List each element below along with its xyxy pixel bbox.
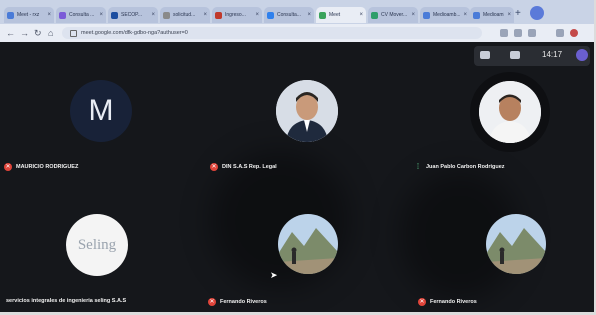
lock-icon xyxy=(70,29,77,37)
participant-label: servicios integrales de ingenieria selin… xyxy=(6,298,126,304)
tab-label: Meet - rxz xyxy=(17,12,40,18)
browser-tab[interactable]: Medioamb...× xyxy=(470,7,514,23)
participant-label: ✕ MAURICIO RODRIGUEZ xyxy=(4,163,78,171)
meeting-clock: 14:17 xyxy=(542,50,563,59)
close-icon[interactable]: × xyxy=(507,12,511,18)
people-icon[interactable] xyxy=(480,51,490,59)
close-icon[interactable]: × xyxy=(255,12,259,18)
browser-tab[interactable]: Medioamb...× xyxy=(420,7,470,23)
bookmark-icon[interactable] xyxy=(556,29,564,37)
tab-label: solicitud... xyxy=(173,12,196,18)
mic-off-icon: ✕ xyxy=(208,298,216,306)
mic-off-icon: ✕ xyxy=(210,163,218,171)
participant-photo xyxy=(486,214,546,274)
mountain-landscape-icon xyxy=(486,214,546,274)
screen-reflection xyxy=(210,150,350,290)
browser-tab-strip: Meet - rxz × Consulta ... × SECOP... × soli… xyxy=(0,0,594,24)
close-icon[interactable]: × xyxy=(307,12,311,18)
mic-off-icon: ✕ xyxy=(418,298,426,306)
close-icon[interactable]: × xyxy=(359,12,363,18)
close-icon[interactable]: × xyxy=(203,12,207,18)
close-icon[interactable]: × xyxy=(151,12,155,18)
tab-favicon-icon xyxy=(7,11,14,19)
close-icon[interactable]: × xyxy=(463,12,467,18)
monitor-screen: Meet - rxz × Consulta ... × SECOP... × soli… xyxy=(0,0,596,315)
browser-tab[interactable]: CV Mover... × xyxy=(368,7,418,23)
participant-label: ✕ Fernando Riveros xyxy=(208,298,267,306)
extension-icon[interactable] xyxy=(500,29,508,37)
browser-tab[interactable]: Ingreso... × xyxy=(212,7,262,23)
participant-label: ✕ Fernando Riveros xyxy=(418,298,477,306)
tab-favicon-icon xyxy=(215,11,222,19)
tab-favicon-icon xyxy=(111,11,118,19)
mouse-cursor-icon: ➤ xyxy=(270,270,278,280)
tab-label: SECOP... xyxy=(121,12,143,18)
participant-label: ⁞ Juan Pablo Carbon Rodriguez xyxy=(414,163,505,171)
logo-text: Seling xyxy=(77,236,117,253)
tab-label: Meet xyxy=(329,12,341,18)
close-icon[interactable]: × xyxy=(411,12,415,18)
chat-icon[interactable] xyxy=(510,51,520,59)
participant-avatar: M xyxy=(70,80,132,142)
extension-icon[interactable] xyxy=(514,29,522,37)
tab-label: Medioamb... xyxy=(433,12,461,18)
browser-tab[interactable]: Consulta ... × xyxy=(56,7,106,23)
account-avatar[interactable] xyxy=(570,29,578,37)
participant-photo xyxy=(276,80,338,142)
mic-off-icon: ✕ xyxy=(4,163,12,171)
person-photo-icon xyxy=(276,80,338,142)
browser-tab[interactable]: Consulta... × xyxy=(264,7,314,23)
browser-tab[interactable]: solicitud... × xyxy=(160,7,210,23)
company-logo: Seling xyxy=(66,214,128,276)
browser-tab-active[interactable]: Meet × xyxy=(316,7,366,23)
tab-favicon-icon xyxy=(473,11,480,19)
tab-label: CV Mover... xyxy=(381,12,408,18)
person-photo-icon xyxy=(479,81,541,143)
tab-label: Consulta... xyxy=(277,12,301,18)
participant-label: ✕ DIN S.A.S Rep. Legal xyxy=(210,163,277,171)
profile-avatar[interactable] xyxy=(530,6,544,20)
close-icon[interactable]: × xyxy=(47,12,51,18)
participant-name: MAURICIO RODRIGUEZ xyxy=(16,164,79,170)
meet-favicon-icon xyxy=(319,11,326,19)
new-tab-button[interactable]: + xyxy=(515,8,521,20)
extension-icon[interactable] xyxy=(528,29,536,37)
reload-icon[interactable]: ↻ xyxy=(34,27,42,39)
self-avatar[interactable] xyxy=(576,49,588,61)
url-text: meet.google.com/dfk-gdbo-nga?authuser=0 xyxy=(81,30,188,36)
mic-active-icon: ⁞ xyxy=(416,162,420,171)
tab-favicon-icon xyxy=(371,11,378,19)
tab-label: Ingreso... xyxy=(225,12,246,18)
participant-name: DIN S.A.S Rep. Legal xyxy=(222,164,277,170)
browser-tab[interactable]: Meet - rxz × xyxy=(4,7,54,23)
forward-icon[interactable]: → xyxy=(20,27,29,39)
meet-top-bar: 14:17 xyxy=(474,46,590,66)
mountain-landscape-icon xyxy=(278,214,338,274)
participant-photo xyxy=(278,214,338,274)
home-icon[interactable]: ⌂ xyxy=(48,27,53,39)
address-bar[interactable]: meet.google.com/dfk-gdbo-nga?authuser=0 xyxy=(62,27,482,39)
participant-photo xyxy=(479,81,541,143)
participant-name: Fernando Riveros xyxy=(430,299,477,305)
participant-name: servicios integrales de ingenieria selin… xyxy=(6,298,127,304)
close-icon[interactable]: × xyxy=(99,12,103,18)
tab-favicon-icon xyxy=(163,11,170,19)
tab-favicon-icon xyxy=(423,11,430,19)
browser-toolbar: ← → ↻ ⌂ meet.google.com/dfk-gdbo-nga?aut… xyxy=(0,24,594,42)
back-icon[interactable]: ← xyxy=(6,27,15,39)
participant-name: Juan Pablo Carbon Rodriguez xyxy=(426,164,505,170)
tab-label: Medioamb... xyxy=(483,12,504,18)
tab-favicon-icon xyxy=(267,11,274,19)
browser-tab[interactable]: SECOP... × xyxy=(108,7,158,23)
participant-name: Fernando Riveros xyxy=(220,299,267,305)
tab-label: Consulta ... xyxy=(69,12,95,18)
tab-favicon-icon xyxy=(59,11,66,19)
